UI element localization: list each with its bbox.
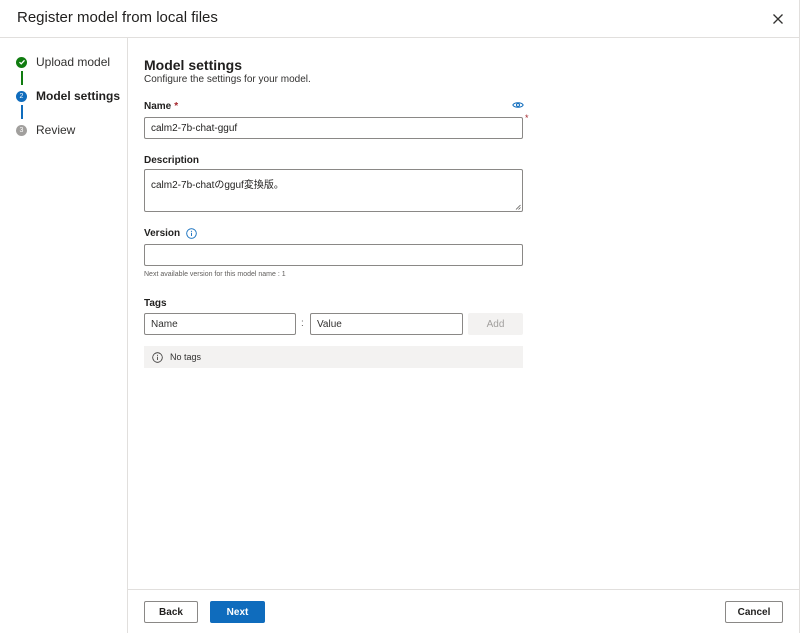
cancel-button[interactable]: Cancel [725, 601, 783, 623]
wizard-steps: Upload model 2 Model settings 3 Review [0, 38, 128, 633]
tag-separator: : [301, 318, 304, 329]
version-input[interactable] [144, 244, 523, 266]
description-label: Description [144, 155, 200, 166]
step-label: Upload model [36, 55, 111, 69]
dialog-header: Register model from local files [0, 0, 800, 38]
checkmark-icon [16, 56, 27, 68]
step-number-2: 2 [16, 90, 27, 102]
version-hint: Next available version for this model na… [144, 271, 286, 278]
resize-handle-icon[interactable] [515, 204, 521, 210]
back-button[interactable]: Back [144, 601, 198, 623]
section-subtitle: Configure the settings for your model. [144, 74, 311, 85]
name-label: Name * [144, 101, 178, 112]
tags-label: Tags [144, 298, 167, 309]
name-input[interactable]: calm2-7b-chat-gguf [144, 117, 523, 139]
info-icon [152, 351, 163, 363]
eye-icon[interactable] [512, 101, 524, 109]
step-number-3: 3 [16, 124, 27, 136]
step-model-settings[interactable]: 2 Model settings [16, 87, 120, 105]
tag-value-input[interactable]: Value [310, 313, 463, 335]
step-upload-model[interactable]: Upload model [16, 53, 110, 71]
required-marker: * [174, 101, 179, 112]
version-label: Version [144, 228, 197, 239]
no-tags-text: No tags [170, 352, 202, 362]
step-connector-complete [21, 71, 23, 85]
register-model-dialog: Register model from local files Upload m… [0, 0, 800, 633]
section-title: Model settings [144, 57, 243, 73]
required-indicator: * [525, 113, 529, 123]
no-tags-message: No tags [144, 346, 523, 368]
step-label: Review [36, 123, 76, 137]
dialog-footer: Back Next Cancel [128, 589, 799, 633]
next-button[interactable]: Next [210, 601, 265, 623]
info-icon[interactable] [186, 228, 197, 239]
close-icon [773, 14, 783, 24]
step-label: Model settings [36, 89, 121, 103]
step-review[interactable]: 3 Review [16, 121, 75, 139]
description-textarea[interactable]: calm2-7b-chatのgguf変換版。 [144, 169, 523, 212]
step-connector-active [21, 105, 23, 119]
close-button[interactable] [770, 11, 786, 27]
version-label-text: Version [144, 228, 181, 239]
name-label-text: Name [144, 101, 172, 112]
tag-name-input[interactable]: Name [144, 313, 296, 335]
description-text: calm2-7b-chatのgguf変換版。 [151, 180, 284, 191]
add-tag-button[interactable]: Add [468, 313, 523, 335]
dialog-title: Register model from local files [17, 9, 218, 26]
